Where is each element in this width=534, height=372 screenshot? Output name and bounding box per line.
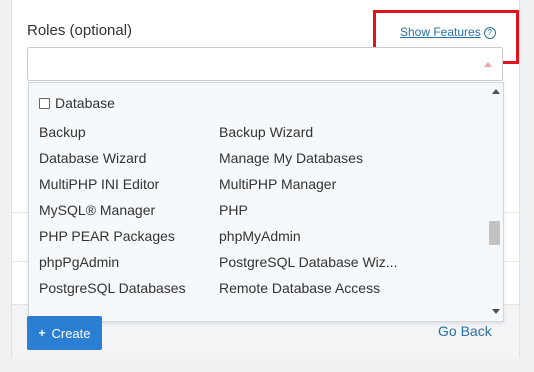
scroll-up-arrow-icon[interactable] [492,89,500,94]
go-back-link[interactable]: Go Back [438,323,492,339]
database-group-header[interactable]: Database [39,95,115,111]
option-postgresql-databases[interactable]: PostgreSQL Databases [39,280,186,296]
option-phppgadmin[interactable]: phpPgAdmin [39,254,119,270]
option-php-pear-packages[interactable]: PHP PEAR Packages [39,228,175,244]
show-features-label: Show Features [400,25,481,39]
option-multiphp-ini-editor[interactable]: MultiPHP INI Editor [39,176,159,192]
create-button[interactable]: + Create [27,316,102,350]
create-label: Create [51,325,91,341]
database-group-checkbox[interactable] [39,97,50,109]
caret-up-icon[interactable] [484,62,492,67]
plus-icon: + [38,326,46,340]
option-mysql-manager[interactable]: MySQL® Manager [39,202,155,218]
option-database-wizard[interactable]: Database Wizard [39,150,146,166]
roles-select-input[interactable] [27,47,503,81]
roles-dropdown: Database Backup Backup Wizard Database W… [28,82,504,322]
show-features-link[interactable]: Show Features? [400,25,496,39]
roles-label: Roles (optional) [27,22,133,39]
dropdown-scrollbar[interactable] [488,83,503,321]
option-multiphp-manager[interactable]: MultiPHP Manager [219,176,336,192]
scrollbar-thumb[interactable] [489,221,500,245]
help-icon: ? [483,27,496,39]
option-remote-database-access[interactable]: Remote Database Access [219,280,380,296]
option-backup[interactable]: Backup [39,124,86,140]
option-postgresql-database-wizard[interactable]: PostgreSQL Database Wiz... [219,254,397,270]
option-php[interactable]: PHP [219,202,248,218]
group-label: Database [55,95,115,111]
option-backup-wizard[interactable]: Backup Wizard [219,124,313,140]
scroll-down-arrow-icon[interactable] [492,309,500,314]
option-phpmyadmin[interactable]: phpMyAdmin [219,228,301,244]
option-manage-my-databases[interactable]: Manage My Databases [219,150,363,166]
